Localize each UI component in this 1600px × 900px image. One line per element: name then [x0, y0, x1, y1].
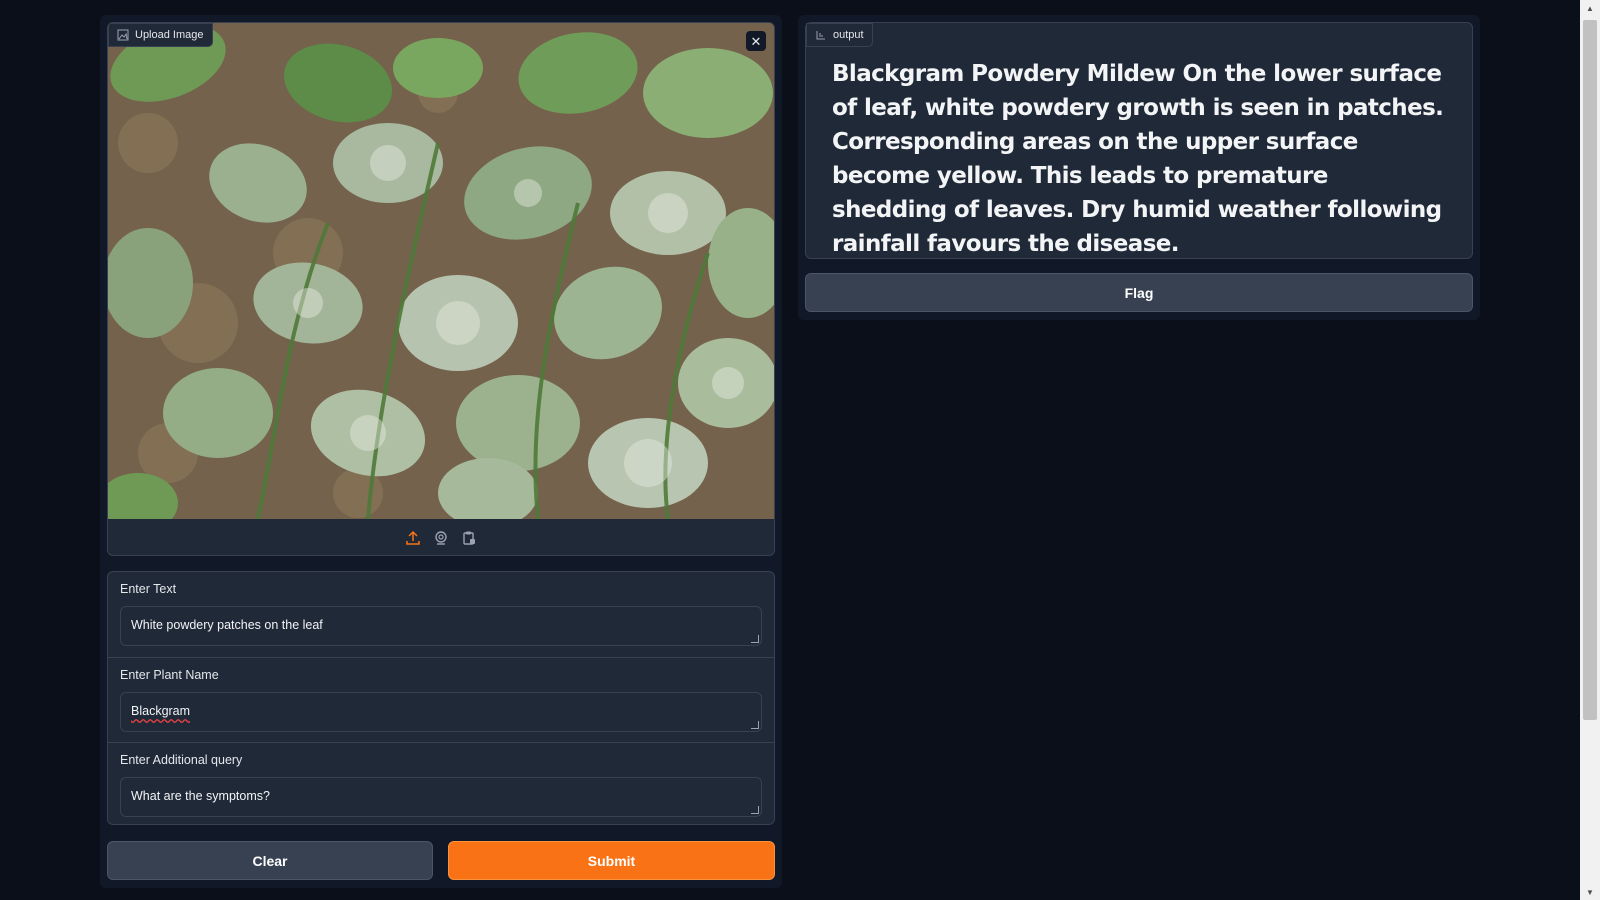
enter-text-label: Enter Text	[120, 582, 177, 596]
enter-text-field-group: Enter Text White powdery patches on the …	[108, 572, 774, 657]
close-icon[interactable]: ✕	[746, 31, 766, 51]
text-fields-block: Enter Text White powdery patches on the …	[107, 571, 775, 825]
text-icon	[815, 29, 827, 41]
enter-text-value: White powdery patches on the leaf	[131, 618, 323, 632]
resize-handle-icon[interactable]	[751, 635, 759, 643]
output-block-label: output	[806, 23, 873, 47]
output-text: Blackgram Powdery Mildew On the lower su…	[832, 61, 1444, 257]
flag-button[interactable]: Flag	[805, 273, 1473, 312]
scroll-thumb[interactable]	[1583, 20, 1597, 720]
image-label-text: Upload Image	[135, 29, 204, 41]
plant-name-value: Blackgram	[131, 704, 191, 718]
image-source-bar	[108, 519, 774, 555]
resize-handle-icon[interactable]	[751, 806, 759, 814]
enter-text-input[interactable]: White powdery patches on the leaf	[120, 606, 762, 646]
resize-handle-icon[interactable]	[751, 721, 759, 729]
webcam-icon[interactable]	[432, 529, 450, 547]
additional-query-value: What are the symptoms?	[131, 789, 270, 803]
submit-button[interactable]: Submit	[448, 841, 775, 880]
clear-button[interactable]: Clear	[107, 841, 433, 880]
scroll-up-icon[interactable]: ▲	[1580, 0, 1600, 16]
uploaded-image: ✕	[108, 23, 774, 519]
upload-icon[interactable]	[404, 529, 422, 547]
image-block-label: Upload Image	[108, 23, 213, 47]
plant-name-label: Enter Plant Name	[120, 668, 219, 682]
image-upload-block[interactable]: ✕ Upload Image	[107, 22, 775, 556]
page-scrollbar[interactable]: ▲ ▼	[1580, 0, 1600, 900]
output-block: output Blackgram Powdery Mildew On the l…	[805, 22, 1473, 259]
image-icon	[117, 29, 129, 41]
additional-query-label: Enter Additional query	[120, 753, 243, 767]
plant-name-input[interactable]: Blackgram	[120, 692, 762, 732]
clipboard-icon[interactable]	[460, 529, 478, 547]
additional-query-field-group: Enter Additional query What are the symp…	[108, 742, 774, 827]
output-label-text: output	[833, 29, 864, 41]
plant-photo	[108, 23, 774, 519]
scroll-down-icon[interactable]: ▼	[1580, 884, 1600, 900]
plant-name-field-group: Enter Plant Name Blackgram	[108, 657, 774, 742]
additional-query-input[interactable]: What are the symptoms?	[120, 777, 762, 817]
